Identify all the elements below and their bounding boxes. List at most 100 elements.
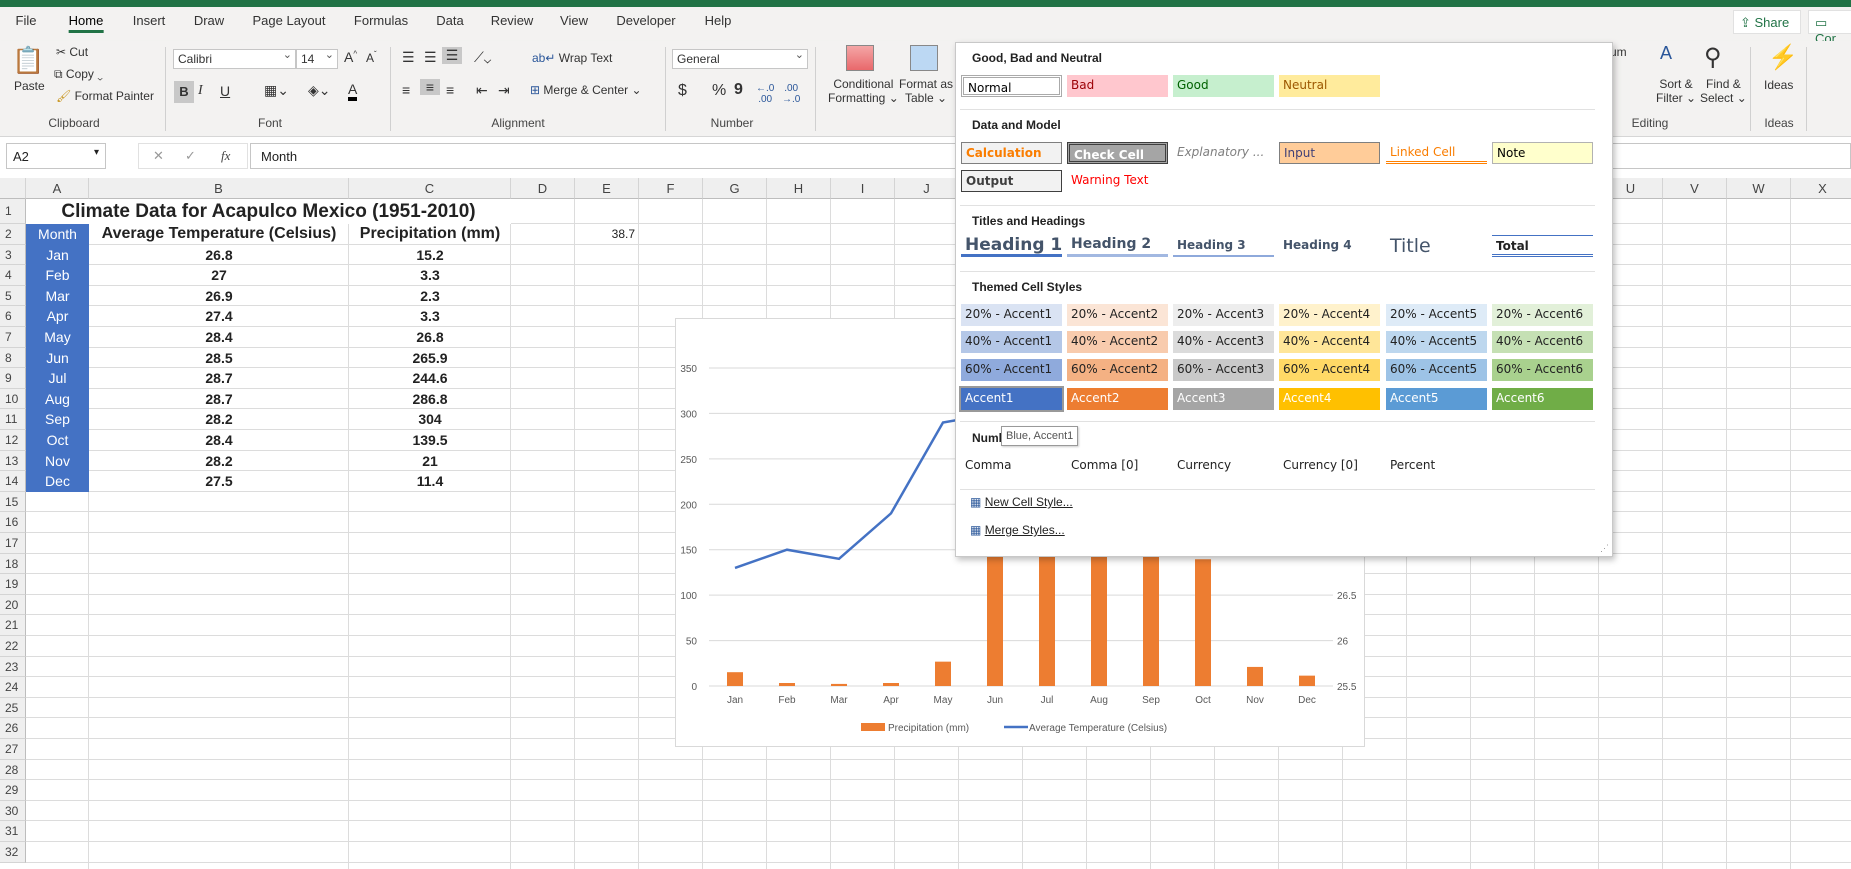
- align-center-icon[interactable]: ≡: [420, 79, 440, 95]
- temperature-cell[interactable]: 28.5: [89, 348, 349, 369]
- style-title[interactable]: Title: [1386, 235, 1487, 257]
- style-20-accent5[interactable]: 20% - Accent5: [1386, 304, 1487, 326]
- style-40-accent5[interactable]: 40% - Accent5: [1386, 331, 1487, 353]
- row-header-27[interactable]: 27: [0, 739, 26, 760]
- sort-filter-button[interactable]: Sort & Filter ⌄: [1656, 77, 1696, 105]
- style-note[interactable]: Note: [1492, 142, 1593, 164]
- merge-center-button[interactable]: ⊞ Merge & Center ⌄: [530, 83, 642, 97]
- copy-button[interactable]: ⧉ Copy ⌄: [54, 67, 103, 82]
- row-header-24[interactable]: 24: [0, 677, 26, 698]
- temperature-cell[interactable]: 27.5: [89, 471, 349, 492]
- style-accent2[interactable]: Accent2: [1067, 388, 1168, 410]
- column-header-C[interactable]: C: [349, 178, 511, 199]
- row-header-12[interactable]: 12: [0, 430, 26, 451]
- header-precipitation[interactable]: Precipitation (mm): [349, 224, 511, 245]
- column-header-F[interactable]: F: [639, 178, 703, 199]
- orientation-icon[interactable]: ⟋⌄: [474, 49, 491, 66]
- underline-button[interactable]: U: [220, 83, 230, 99]
- tab-insert[interactable]: Insert: [133, 13, 166, 28]
- style-calculation[interactable]: Calculation: [961, 142, 1062, 164]
- style-check-cell[interactable]: Check Cell: [1067, 142, 1168, 164]
- find-select-button[interactable]: Find & Select ⌄: [1700, 77, 1747, 105]
- row-header-22[interactable]: 22: [0, 636, 26, 657]
- style-heading-2[interactable]: Heading 2: [1067, 235, 1168, 257]
- style-60-accent3[interactable]: 60% - Accent3: [1173, 359, 1274, 381]
- temperature-cell[interactable]: 28.7: [89, 389, 349, 410]
- align-left-icon[interactable]: ≡: [402, 82, 410, 98]
- comma-button[interactable]: 9: [734, 81, 743, 99]
- style-accent5[interactable]: Accent5: [1386, 388, 1487, 410]
- temperature-cell[interactable]: 28.2: [89, 451, 349, 472]
- align-middle-icon[interactable]: ☰: [424, 49, 437, 66]
- style-warning-text[interactable]: Warning Text: [1067, 170, 1168, 192]
- column-header-J[interactable]: J: [895, 178, 959, 199]
- row-header-23[interactable]: 23: [0, 656, 26, 678]
- style-normal[interactable]: Normal: [961, 75, 1062, 97]
- style-40-accent6[interactable]: 40% - Accent6: [1492, 331, 1593, 353]
- style-input[interactable]: Input: [1279, 142, 1380, 164]
- precipitation-cell[interactable]: 21: [349, 451, 511, 472]
- style-percent[interactable]: Percent: [1386, 455, 1487, 477]
- style-accent1[interactable]: Accent1: [959, 386, 1064, 412]
- cancel-icon[interactable]: ✕: [153, 148, 164, 164]
- style-20-accent3[interactable]: 20% - Accent3: [1173, 304, 1274, 326]
- style-20-accent4[interactable]: 20% - Accent4: [1279, 304, 1380, 326]
- style-40-accent4[interactable]: 40% - Accent4: [1279, 331, 1380, 353]
- precipitation-cell[interactable]: 304: [349, 409, 511, 430]
- row-header-16[interactable]: 16: [0, 512, 26, 533]
- style-comma[interactable]: Comma: [961, 455, 1062, 477]
- row-header-9[interactable]: 9: [0, 368, 26, 389]
- row-header-19[interactable]: 19: [0, 574, 26, 595]
- month-cell[interactable]: Oct: [26, 430, 89, 451]
- column-header-G[interactable]: G: [703, 178, 767, 199]
- precipitation-cell[interactable]: 26.8: [349, 327, 511, 348]
- increase-indent-icon[interactable]: ⇥: [498, 82, 510, 99]
- row-header-31[interactable]: 31: [0, 821, 26, 842]
- precipitation-cell[interactable]: 3.3: [349, 306, 511, 327]
- temperature-cell[interactable]: 28.2: [89, 409, 349, 430]
- tab-page-layout[interactable]: Page Layout: [252, 13, 325, 28]
- style-60-accent5[interactable]: 60% - Accent5: [1386, 359, 1487, 381]
- row-header-14[interactable]: 14: [0, 471, 26, 492]
- month-cell[interactable]: Jul: [26, 368, 89, 389]
- borders-icon[interactable]: ▦⌄: [264, 82, 289, 99]
- column-header-D[interactable]: D: [511, 178, 575, 199]
- tab-draw[interactable]: Draw: [194, 13, 224, 28]
- style-40-accent2[interactable]: 40% - Accent2: [1067, 331, 1168, 353]
- temperature-cell[interactable]: 26.8: [89, 245, 349, 266]
- style-accent3[interactable]: Accent3: [1173, 388, 1274, 410]
- format-as-table-button[interactable]: Format as Table ⌄: [899, 77, 953, 105]
- style-neutral[interactable]: Neutral: [1279, 75, 1380, 97]
- style-20-accent2[interactable]: 20% - Accent2: [1067, 304, 1168, 326]
- style-60-accent6[interactable]: 60% - Accent6: [1492, 359, 1593, 381]
- style-20-accent1[interactable]: 20% - Accent1: [961, 304, 1062, 326]
- comments-button[interactable]: ▭ Cor: [1808, 10, 1851, 46]
- row-header-15[interactable]: 15: [0, 491, 26, 513]
- month-cell[interactable]: May: [26, 327, 89, 348]
- paste-button[interactable]: Paste: [14, 79, 45, 93]
- tab-formulas[interactable]: Formulas: [354, 13, 408, 28]
- new-cell-style-item[interactable]: ▦ New Cell Style...: [970, 495, 1073, 509]
- merge-styles-item[interactable]: ▦ Merge Styles...: [970, 523, 1065, 537]
- month-cell[interactable]: Nov: [26, 450, 89, 472]
- align-bottom-icon[interactable]: ☰: [442, 47, 462, 64]
- row-header-8[interactable]: 8: [0, 347, 26, 369]
- style-heading-1[interactable]: Heading 1: [961, 235, 1062, 257]
- style-comma-0-[interactable]: Comma [0]: [1067, 455, 1168, 477]
- currency-button[interactable]: $: [678, 82, 687, 100]
- temperature-cell[interactable]: 28.4: [89, 430, 349, 451]
- style-output[interactable]: Output: [961, 170, 1062, 192]
- precipitation-cell[interactable]: 139.5: [349, 430, 511, 451]
- style-total[interactable]: Total: [1492, 235, 1593, 257]
- row-header-2[interactable]: 2: [0, 224, 26, 245]
- row-header-10[interactable]: 10: [0, 388, 26, 410]
- increase-decimal-icon[interactable]: ←.0.00: [756, 83, 774, 105]
- row-header-6[interactable]: 6: [0, 306, 26, 327]
- header-month[interactable]: Month: [26, 224, 89, 245]
- style-good[interactable]: Good: [1173, 75, 1274, 97]
- temperature-cell[interactable]: 27.4: [89, 306, 349, 327]
- row-header-7[interactable]: 7: [0, 327, 26, 348]
- style-heading-3[interactable]: Heading 3: [1173, 235, 1274, 257]
- row-header-4[interactable]: 4: [0, 265, 26, 286]
- style-60-accent1[interactable]: 60% - Accent1: [961, 359, 1062, 381]
